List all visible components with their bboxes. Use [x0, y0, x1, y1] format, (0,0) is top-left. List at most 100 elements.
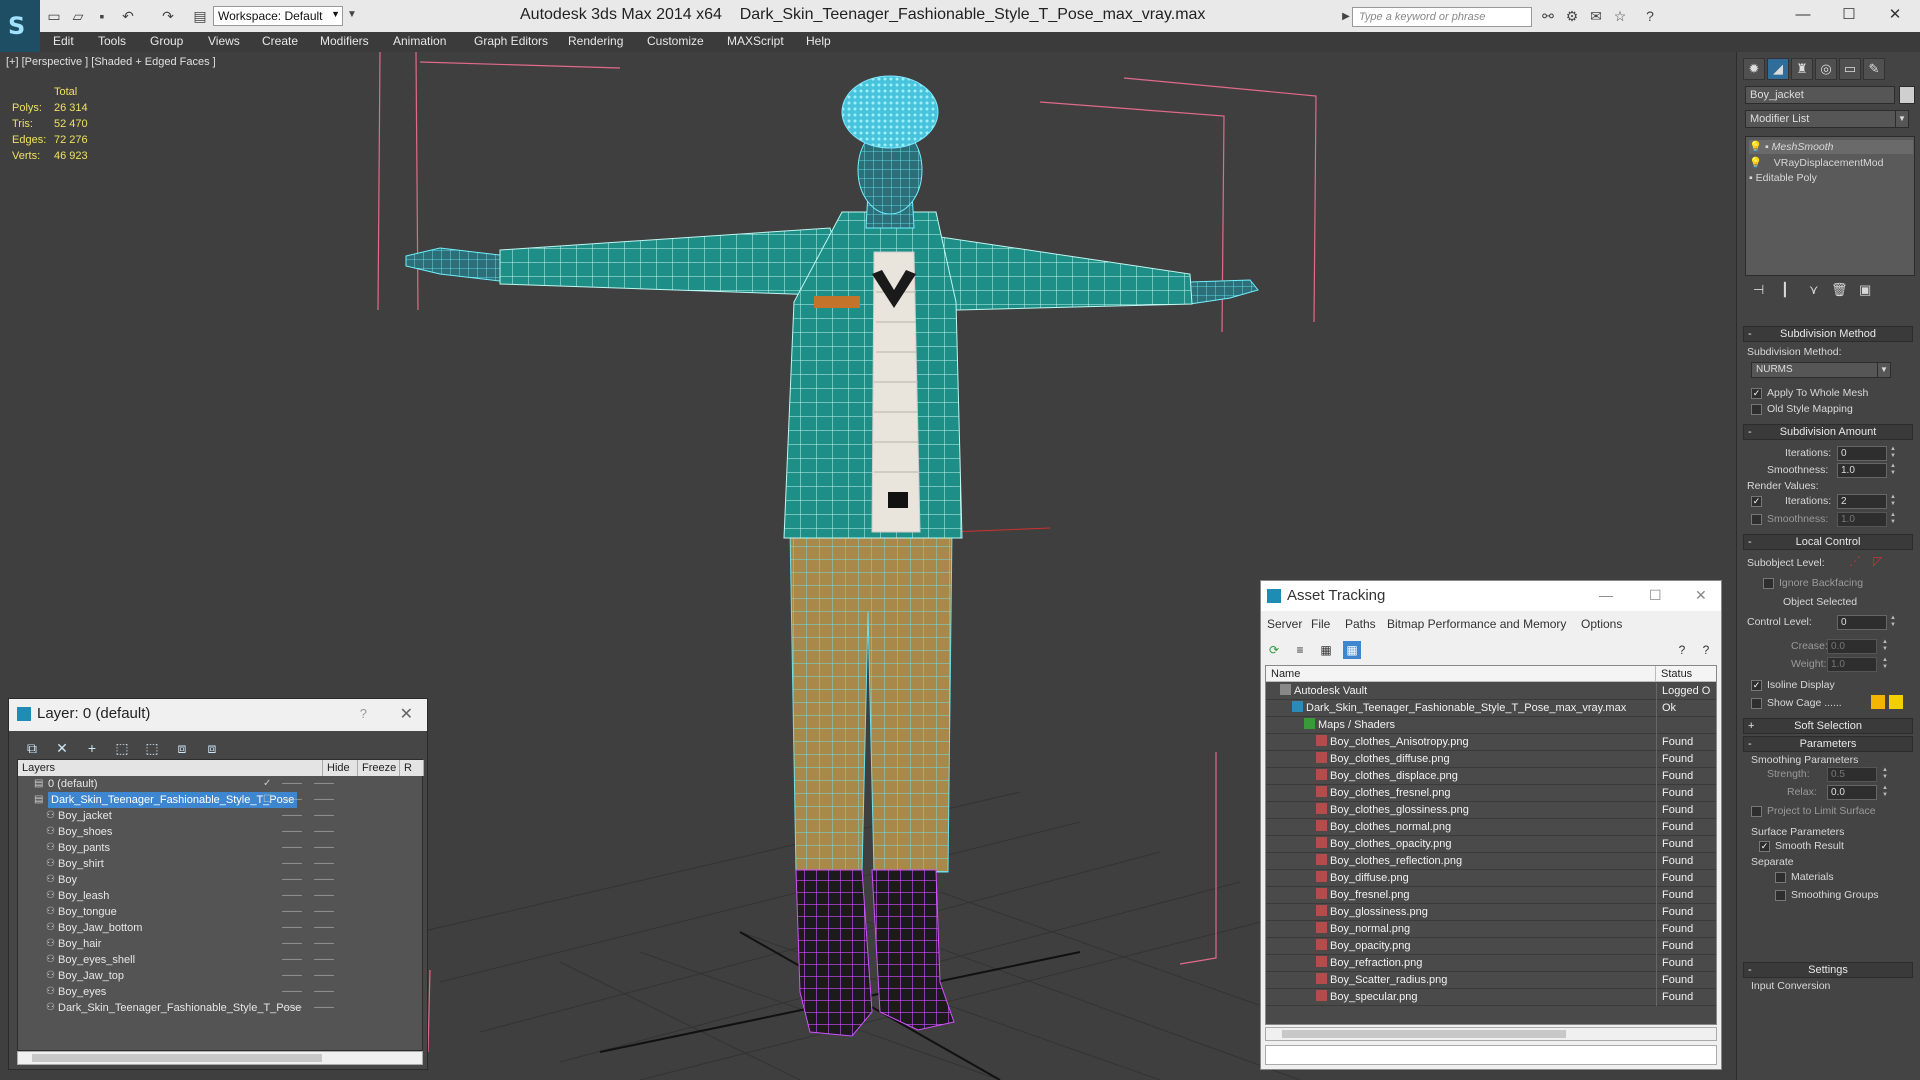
- strength-spinner[interactable]: 0.5: [1827, 767, 1877, 782]
- spinner-arrows-icon[interactable]: ▲ ▼: [1889, 463, 1897, 478]
- stack-item-editable-poly[interactable]: ▪ Editable Poly: [1749, 172, 1817, 184]
- old-style-mapping-checkbox[interactable]: [1751, 404, 1762, 415]
- current-layer-check-icon[interactable]: ✓: [263, 776, 271, 792]
- hide-toggle[interactable]: ——: [282, 856, 302, 872]
- menu-graph-editors[interactable]: Graph Editors: [474, 34, 548, 48]
- layer-row[interactable]: ⚇ Boy_shoes —— ——: [18, 824, 422, 840]
- freeze-toggle[interactable]: ——: [314, 936, 334, 952]
- subscription-icon[interactable]: ⚙: [1564, 8, 1580, 24]
- layer-horizontal-scrollbar[interactable]: [17, 1051, 423, 1065]
- freeze-toggle[interactable]: ——: [314, 952, 334, 968]
- layer-name[interactable]: 0 (default): [48, 776, 98, 792]
- chevron-down-icon[interactable]: ▼: [1895, 110, 1909, 128]
- layer-name[interactable]: Boy_shirt: [58, 856, 104, 872]
- asset-row[interactable]: Boy_clothes_reflection.png Found: [1266, 853, 1716, 870]
- scrollbar-thumb[interactable]: [32, 1054, 322, 1062]
- ignore-backfacing-checkbox[interactable]: [1763, 578, 1774, 589]
- layer-name[interactable]: Dark_Skin_Teenager_Fashionable_Style_T_P…: [48, 792, 298, 808]
- customize-toolbar-icon[interactable]: ▼: [344, 7, 360, 23]
- help-icon[interactable]: ?: [1642, 8, 1658, 24]
- make-unique-icon[interactable]: ⋎: [1809, 282, 1819, 298]
- close-icon[interactable]: ✕: [1880, 4, 1910, 26]
- layer-row[interactable]: ⚇ Boy_leash —— ——: [18, 888, 422, 904]
- layer-row[interactable]: ⚇ Dark_Skin_Teenager_Fashionable_Style_T_…: [18, 1000, 422, 1016]
- light-bulb-icon[interactable]: 💡: [1749, 141, 1762, 153]
- hide-toggle[interactable]: ——: [282, 888, 302, 904]
- layer-name[interactable]: Boy_pants: [58, 840, 110, 856]
- isoline-display-checkbox[interactable]: ✓: [1751, 680, 1762, 691]
- help-icon[interactable]: ?: [1673, 641, 1691, 659]
- delete-layer-icon[interactable]: ✕: [53, 739, 71, 757]
- apply-whole-mesh-checkbox[interactable]: ✓: [1751, 388, 1762, 399]
- table-view-icon[interactable]: ▦: [1343, 641, 1361, 659]
- layer-name[interactable]: Boy_leash: [58, 888, 109, 904]
- stack-item-vraydisplacement[interactable]: 💡 VRayDisplacementMod: [1749, 156, 1883, 169]
- layer-name[interactable]: Boy_Jaw_bottom: [58, 920, 142, 936]
- weight-spinner[interactable]: 1.0: [1827, 657, 1877, 672]
- spinner-arrows-icon[interactable]: ▲ ▼: [1881, 785, 1889, 800]
- asset-menu-paths[interactable]: Paths: [1345, 617, 1376, 631]
- asset-row[interactable]: Boy_clothes_Anisotropy.png Found: [1266, 734, 1716, 751]
- column-status[interactable]: Status: [1656, 666, 1716, 682]
- asset-row[interactable]: Boy_clothes_displace.png Found: [1266, 768, 1716, 785]
- column-render[interactable]: R: [400, 760, 424, 776]
- asset-menu-options[interactable]: Options: [1581, 617, 1622, 631]
- list-view-icon[interactable]: ≡: [1291, 641, 1309, 659]
- asset-menu-bitmap-performance[interactable]: Bitmap Performance and Memory: [1387, 617, 1566, 631]
- light-bulb-icon[interactable]: 💡: [1749, 157, 1762, 169]
- close-icon[interactable]: ✕: [400, 704, 413, 724]
- layer-row[interactable]: ⚇ Boy_hair —— ——: [18, 936, 422, 952]
- hide-toggle[interactable]: ——: [282, 920, 302, 936]
- rollout-settings[interactable]: - Settings: [1743, 962, 1913, 978]
- layer-row[interactable]: ⚇ Boy_eyes_shell —— ——: [18, 952, 422, 968]
- close-icon[interactable]: ✕: [1695, 587, 1707, 604]
- spinner-arrows-icon[interactable]: ▲ ▼: [1889, 494, 1897, 509]
- asset-horizontal-scrollbar[interactable]: [1265, 1027, 1717, 1041]
- rollout-subdivision-amount[interactable]: - Subdivision Amount: [1743, 424, 1913, 440]
- freeze-toggle[interactable]: ——: [314, 920, 334, 936]
- layer-name[interactable]: Dark_Skin_Teenager_Fashionable_Style_T_P…: [58, 1000, 301, 1016]
- spinner-arrows-icon[interactable]: ▲ ▼: [1889, 446, 1897, 461]
- set-current-layer-icon[interactable]: ☐: [263, 792, 272, 808]
- layer-row[interactable]: ▤ Dark_Skin_Teenager_Fashionable_Style_T_…: [18, 792, 422, 808]
- project-folder-icon[interactable]: ▤: [192, 8, 208, 24]
- asset-row[interactable]: Boy_diffuse.png Found: [1266, 870, 1716, 887]
- hide-all-icon[interactable]: ⧈: [173, 739, 191, 757]
- layer-name[interactable]: Boy_tongue: [58, 904, 117, 920]
- hide-toggle[interactable]: ——: [282, 952, 302, 968]
- freeze-toggle[interactable]: ——: [314, 904, 334, 920]
- menu-animation[interactable]: Animation: [393, 34, 446, 48]
- freeze-toggle[interactable]: ——: [314, 856, 334, 872]
- smoothness-spinner[interactable]: 1.0: [1837, 463, 1887, 478]
- utilities-tab-icon[interactable]: ✎: [1863, 58, 1885, 80]
- favorites-star-icon[interactable]: ☆: [1612, 8, 1628, 24]
- menu-views[interactable]: Views: [208, 34, 240, 48]
- asset-row[interactable]: Boy_fresnel.png Found: [1266, 887, 1716, 904]
- hide-toggle[interactable]: ——: [282, 984, 302, 1000]
- freeze-toggle[interactable]: ——: [314, 888, 334, 904]
- hierarchy-tab-icon[interactable]: ♜: [1791, 58, 1813, 80]
- spinner-arrows-icon[interactable]: ▲ ▼: [1881, 657, 1889, 672]
- layer-row[interactable]: ⚇ Boy_eyes —— ——: [18, 984, 422, 1000]
- hide-toggle[interactable]: ——: [282, 968, 302, 984]
- hide-toggle[interactable]: ——: [282, 776, 302, 792]
- freeze-toggle[interactable]: ——: [314, 984, 334, 1000]
- minimize-icon[interactable]: —: [1599, 587, 1613, 603]
- context-help-icon[interactable]: ?: [1697, 641, 1715, 659]
- chevron-down-icon[interactable]: ▼: [1877, 362, 1891, 378]
- render-iterations-spinner[interactable]: 2: [1837, 494, 1887, 509]
- select-objects-icon[interactable]: ⬚: [113, 739, 131, 757]
- configure-modifier-sets-icon[interactable]: ▣: [1859, 282, 1871, 298]
- asset-menu-file[interactable]: File: [1311, 617, 1330, 631]
- menu-customize[interactable]: Customize: [647, 34, 704, 48]
- asset-row[interactable]: Boy_specular.png Found: [1266, 989, 1716, 1006]
- asset-row[interactable]: Boy_clothes_normal.png Found: [1266, 819, 1716, 836]
- layer-name[interactable]: Boy_hair: [58, 936, 101, 952]
- cage-selection-color-swatch[interactable]: [1889, 695, 1903, 709]
- spinner-arrows-icon[interactable]: ▲ ▼: [1881, 639, 1889, 654]
- layer-name[interactable]: Boy_eyes: [58, 984, 106, 1000]
- hide-toggle[interactable]: ——: [282, 808, 302, 824]
- maximize-icon[interactable]: ☐: [1649, 587, 1662, 604]
- menu-tools[interactable]: Tools: [98, 34, 126, 48]
- asset-row[interactable]: Boy_glossiness.png Found: [1266, 904, 1716, 921]
